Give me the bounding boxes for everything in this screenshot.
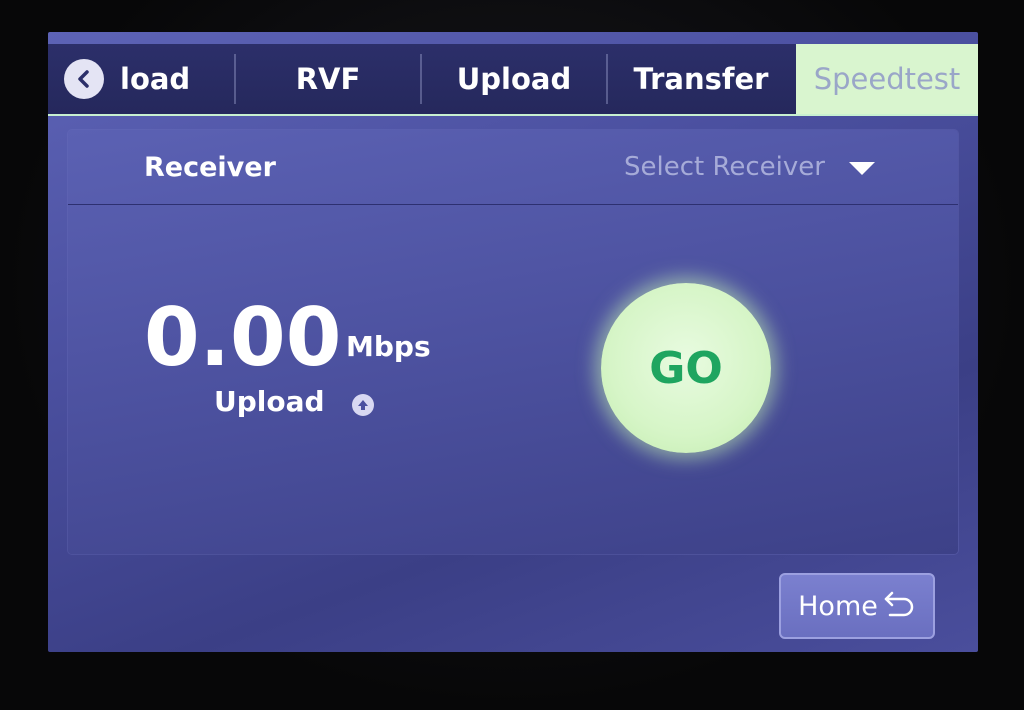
tab-speedtest[interactable]: Speedtest xyxy=(796,44,978,114)
tab-rvf[interactable]: RVF xyxy=(236,44,420,114)
go-button[interactable]: GO xyxy=(601,283,771,453)
home-button[interactable]: Home xyxy=(779,573,935,639)
tab-back-label: load xyxy=(120,62,191,96)
receiver-label: Receiver xyxy=(144,152,276,183)
back-arrow-icon[interactable] xyxy=(64,59,104,99)
speedtest-panel: Receiver Select Receiver 0.00 Mbps Uploa… xyxy=(68,130,958,554)
tab-back[interactable]: load xyxy=(48,44,234,114)
tab-upload[interactable]: Upload xyxy=(422,44,606,114)
receiver-dropdown[interactable]: Select Receiver xyxy=(624,152,875,182)
device-bezel: load RVF Upload Transfer Speedtest Recei… xyxy=(0,0,1024,710)
return-arrow-icon xyxy=(882,589,916,624)
upload-arrow-icon xyxy=(352,394,374,416)
tab-transfer[interactable]: Transfer xyxy=(608,44,794,114)
device-screen: load RVF Upload Transfer Speedtest Recei… xyxy=(48,32,978,652)
receiver-dropdown-value: Select Receiver xyxy=(624,152,825,182)
home-label: Home xyxy=(798,590,878,622)
speed-value: 0.00 xyxy=(144,291,342,384)
tab-bar: load RVF Upload Transfer Speedtest xyxy=(48,44,978,116)
speed-direction-label: Upload xyxy=(214,385,325,418)
go-label: GO xyxy=(649,342,723,394)
receiver-row: Receiver Select Receiver xyxy=(68,130,958,205)
caret-down-icon[interactable] xyxy=(848,161,875,175)
speed-unit: Mbps xyxy=(346,330,431,363)
